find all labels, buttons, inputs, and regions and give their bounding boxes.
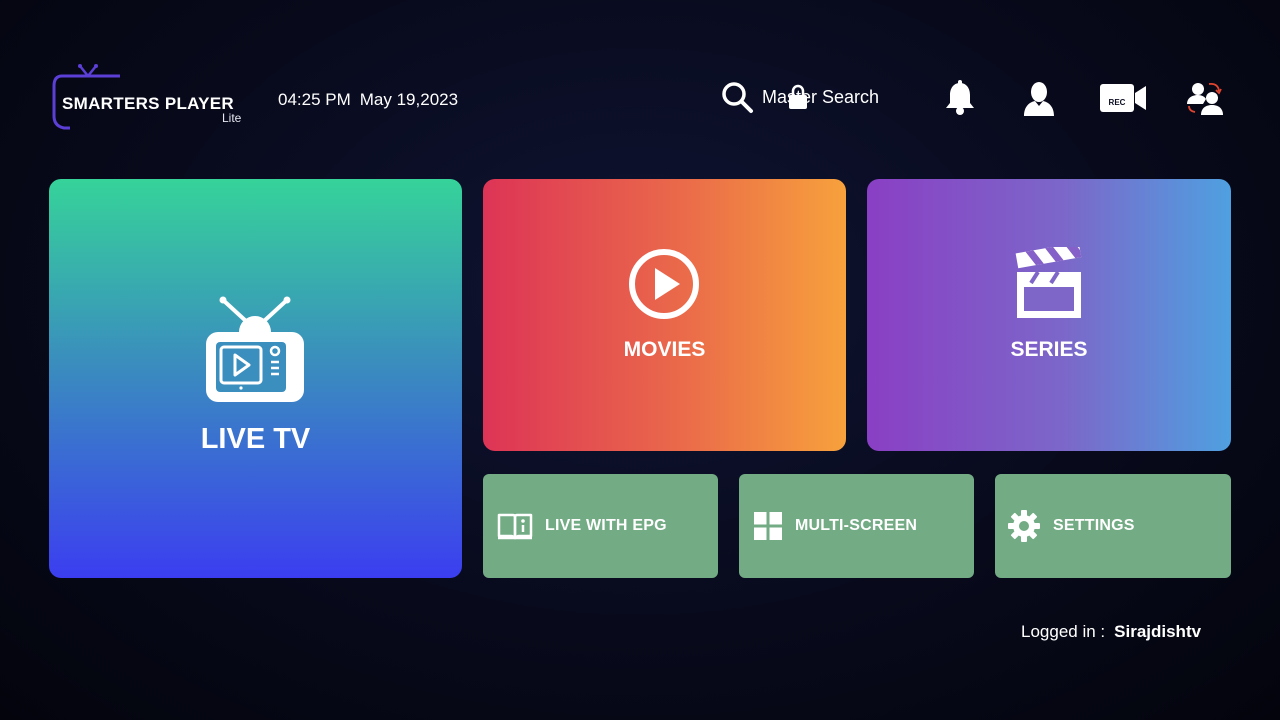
profile-button[interactable]	[1017, 76, 1061, 120]
search-icon	[722, 82, 753, 113]
movies-tile[interactable]: MOVIES	[483, 179, 846, 451]
record-camera-icon: REC	[1100, 84, 1146, 112]
epg-book-icon	[497, 511, 533, 541]
master-search-label: Master Search	[762, 86, 880, 107]
gear-icon	[1007, 509, 1041, 543]
notifications-button[interactable]	[938, 76, 982, 120]
live-tv-icon	[206, 296, 304, 402]
switch-user-button[interactable]	[1183, 76, 1227, 120]
multi-screen-label: MULTI-SCREEN	[795, 517, 918, 534]
lock-icon	[789, 84, 807, 109]
grid-icon	[753, 511, 783, 541]
live-tv-label: LIVE TV	[200, 423, 311, 455]
top-bar: SMARTERS PLAYER Lite 04:25 PM May 19,202…	[0, 0, 1280, 150]
movies-label: MOVIES	[623, 338, 706, 361]
app-logo-text: SMARTERS PLAYER	[62, 94, 235, 113]
logged-in-label: Logged in :	[1021, 622, 1106, 641]
multi-screen-tile[interactable]: MULTI-SCREEN	[739, 474, 974, 578]
live-with-epg-label: LIVE WITH EPG	[545, 517, 667, 534]
settings-tile[interactable]: SETTINGS	[995, 474, 1231, 578]
series-tile[interactable]: SERIES	[867, 179, 1231, 451]
live-with-epg-tile[interactable]: LIVE WITH EPG	[483, 474, 718, 578]
date-time: 04:25 PM May 19,2023	[278, 90, 458, 110]
settings-label: SETTINGS	[1053, 517, 1135, 534]
notification-bell-icon	[946, 80, 974, 115]
live-tv-tile[interactable]: LIVE TV	[49, 179, 462, 578]
logged-in-username: Sirajdishtv	[1114, 622, 1202, 641]
switch-user-icon	[1187, 82, 1223, 115]
series-label: SERIES	[1010, 338, 1088, 361]
record-button[interactable]: REC	[1098, 76, 1148, 120]
profile-icon	[1024, 82, 1054, 116]
current-time: 04:25 PM	[278, 90, 351, 109]
app-logo-subtitle: Lite	[222, 111, 242, 125]
clapperboard-icon	[1015, 247, 1082, 318]
current-date: May 19,2023	[359, 90, 459, 109]
svg-text:REC: REC	[1109, 98, 1126, 107]
login-status: Logged in : Sirajdishtv	[1021, 622, 1201, 642]
play-circle-icon	[629, 249, 699, 319]
master-search-button[interactable]: Master Search	[720, 78, 879, 116]
